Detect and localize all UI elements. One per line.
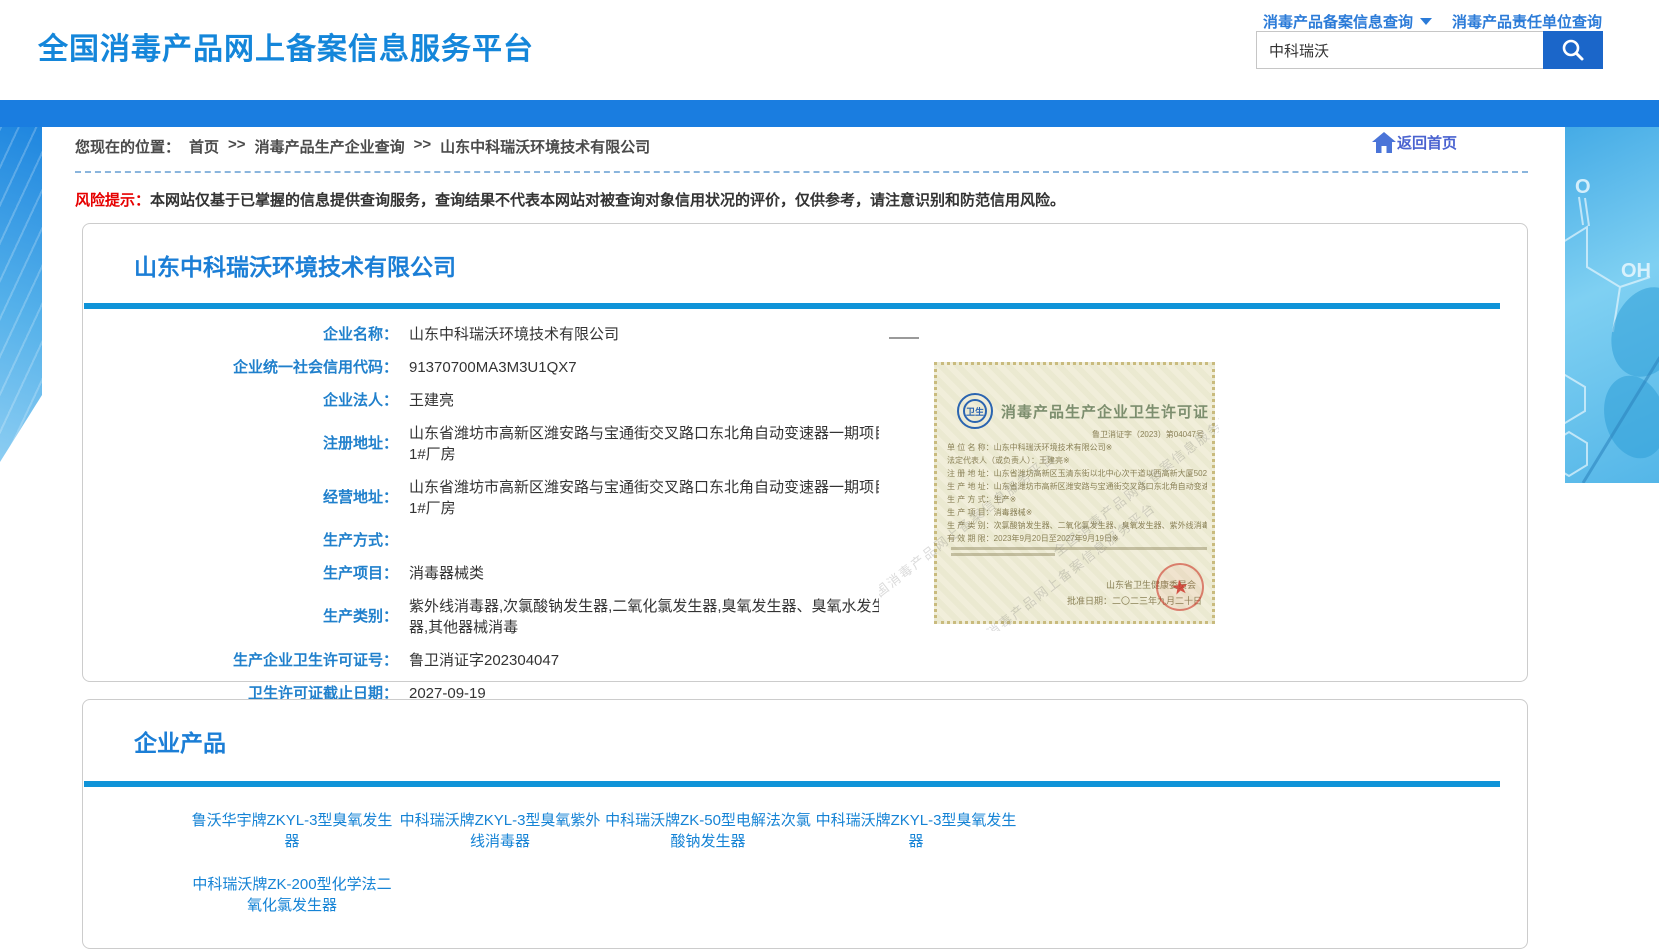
home-icon bbox=[1371, 130, 1397, 154]
seal-star-icon: ★ bbox=[1169, 573, 1190, 600]
field-label: 生产项目： bbox=[83, 564, 398, 584]
cert-line-unit-name: 单 位 名 称：山东中科瑞沃环境技术有限公司※ bbox=[947, 443, 1207, 453]
field-label: 生产企业卫生许可证号： bbox=[83, 651, 398, 671]
product-link[interactable]: 中科瑞沃牌ZK-50型电解法次氯酸钠发生器 bbox=[604, 810, 812, 852]
field-row-legal-person: 企业法人： 王建亮 bbox=[83, 390, 983, 411]
fine-print-bar bbox=[951, 553, 1055, 556]
cert-fine-print bbox=[947, 547, 1207, 556]
field-row-license-number: 生产企业卫生许可证号： 鲁卫消证字202304047 bbox=[83, 650, 983, 671]
field-label: 注册地址： bbox=[83, 434, 398, 454]
page: { "header": { "site_title": "全国消毒产品网上备案信… bbox=[0, 0, 1659, 919]
cert-line-legal-rep: 法定代表人（或负责人）：王建亮※ bbox=[947, 456, 1207, 466]
field-label: 企业统一社会信用代码： bbox=[83, 358, 398, 378]
nav-link-responsible-unit-query[interactable]: 消毒产品责任单位查询 bbox=[1452, 11, 1602, 32]
cert-line-production-address: 生 产 地 址：山东省潍坊市高新区潍安路与宝通街交叉路口东北角自动变速器一期项目… bbox=[947, 482, 1207, 492]
breadcrumb-separator: >> bbox=[228, 136, 246, 157]
products-card-title: 企业产品 bbox=[134, 724, 1527, 758]
svg-text:O: O bbox=[1575, 176, 1591, 198]
health-emblem-icon: 卫生 bbox=[957, 393, 993, 429]
breadcrumb: 您现在的位置： 首页 >> 消毒产品生产企业查询 >> 山东中科瑞沃环境技术有限… bbox=[75, 136, 650, 157]
certificate-paper: 卫生 消毒产品生产企业卫生许可证 鲁卫消证字（2023）第04047号 单 位 … bbox=[934, 362, 1215, 624]
right-background-photo: O OH bbox=[1565, 127, 1659, 483]
dashed-separator bbox=[75, 171, 1528, 173]
certificate-number: 鲁卫消证字（2023）第04047号 bbox=[1092, 429, 1204, 440]
field-value: 紫外线消毒器,次氯酸钠发生器,二氧化氯发生器,臭氧发生器、臭氧水发生器,其他器械… bbox=[409, 596, 889, 638]
certificate-lines: 单 位 名 称：山东中科瑞沃环境技术有限公司※ 法定代表人（或负责人）：王建亮※… bbox=[947, 443, 1207, 556]
nav-link-label: 消毒产品备案信息查询 bbox=[1263, 11, 1413, 32]
field-row-production-project: 生产项目： 消毒器械类 bbox=[83, 563, 983, 584]
company-card: 山东中科瑞沃环境技术有限公司 企业名称： 山东中科瑞沃环境技术有限公司 企业统一… bbox=[82, 223, 1528, 682]
breadcrumb-separator: >> bbox=[414, 136, 432, 157]
field-row-registered-address: 注册地址： 山东省潍坊市高新区潍安路与宝通街交叉路口东北角自动变速器一期项目1#… bbox=[83, 423, 983, 465]
caret-down-icon bbox=[1420, 18, 1432, 25]
cert-line-production-category: 生 产 类 别：次氯酸钠发生器、二氧化氯发生器、臭氧发生器、紫外线消毒器 bbox=[947, 521, 1207, 531]
field-value: 鲁卫消证字202304047 bbox=[409, 650, 889, 671]
risk-notice-text: 本网站仅基于已掌握的信息提供查询服务，查询结果不代表本网站对被查询对象信用状况的… bbox=[150, 192, 1065, 209]
search-input[interactable] bbox=[1256, 31, 1543, 69]
field-value: 王建亮 bbox=[409, 390, 889, 411]
search-icon bbox=[1560, 37, 1586, 63]
field-value: 山东省潍坊市高新区潍安路与宝通街交叉路口东北角自动变速器一期项目1#厂房 bbox=[409, 423, 889, 465]
breadcrumb-current-company[interactable]: 山东中科瑞沃环境技术有限公司 bbox=[440, 136, 650, 157]
field-label: 企业法人： bbox=[83, 391, 398, 411]
breadcrumb-enterprise-query[interactable]: 消毒产品生产企业查询 bbox=[255, 136, 405, 157]
field-value: 91370700MA3M3U1QX7 bbox=[409, 357, 889, 378]
field-row-production-category: 生产类别： 紫外线消毒器,次氯酸钠发生器,二氧化氯发生器,臭氧发生器、臭氧水发生… bbox=[83, 596, 983, 638]
risk-notice-label: 风险提示： bbox=[75, 192, 150, 209]
field-row-production-method: 生产方式： bbox=[83, 531, 983, 551]
cert-line-registered-address: 注 册 地 址：山东省潍坊高新区玉清东街以北中心次干道以西高新大厦502号科苑 bbox=[947, 469, 1207, 479]
field-label: 生产类别： bbox=[83, 607, 398, 627]
field-value: 消毒器械类 bbox=[409, 563, 889, 584]
field-row-company-name: 企业名称： 山东中科瑞沃环境技术有限公司 bbox=[83, 324, 983, 345]
breadcrumb-prefix: 您现在的位置： bbox=[75, 136, 180, 157]
search-bar bbox=[1256, 31, 1603, 69]
left-background-photo bbox=[0, 127, 42, 462]
nav-link-label: 消毒产品责任单位查询 bbox=[1452, 11, 1602, 32]
certificate-title: 消毒产品生产企业卫生许可证 bbox=[1001, 401, 1211, 422]
field-label: 经营地址： bbox=[83, 488, 398, 508]
license-certificate-image: 卫生 消毒产品生产企业卫生许可证 鲁卫消证字（2023）第04047号 单 位 … bbox=[879, 319, 1219, 631]
cert-line-validity: 有 效 期 限：2023年9月20日至2027年9月19日※ bbox=[947, 534, 1207, 544]
nav-link-record-info-query[interactable]: 消毒产品备案信息查询 bbox=[1263, 11, 1432, 32]
cert-line-production-method: 生 产 方 式：生产※ bbox=[947, 495, 1207, 505]
field-value: 山东中科瑞沃环境技术有限公司 bbox=[409, 324, 889, 345]
breadcrumb-home[interactable]: 首页 bbox=[189, 136, 219, 157]
cert-line-production-project: 生 产 项 目：消毒器械※ bbox=[947, 508, 1207, 518]
back-home-label: 返回首页 bbox=[1397, 132, 1457, 153]
fine-print-bar bbox=[951, 547, 1207, 550]
site-title: 全国消毒产品网上备案信息服务平台 bbox=[38, 24, 534, 68]
company-card-title: 山东中科瑞沃环境技术有限公司 bbox=[134, 248, 1527, 282]
product-link[interactable]: 中科瑞沃牌ZKYL-3型臭氧紫外线消毒器 bbox=[396, 810, 604, 852]
field-label: 企业名称： bbox=[83, 325, 398, 345]
card-underline bbox=[84, 781, 1500, 787]
top-nav: 消毒产品备案信息查询 消毒产品责任单位查询 bbox=[1263, 11, 1602, 32]
molecule-art: O OH bbox=[1565, 127, 1659, 483]
field-row-business-address: 经营地址： 山东省潍坊市高新区潍安路与宝通街交叉路口东北角自动变速器一期项目1#… bbox=[83, 477, 983, 519]
field-row-credit-code: 企业统一社会信用代码： 91370700MA3M3U1QX7 bbox=[83, 357, 983, 378]
product-link[interactable]: 中科瑞沃牌ZK-200型化学法二氧化氯发生器 bbox=[188, 874, 396, 916]
svg-text:OH: OH bbox=[1621, 260, 1651, 282]
field-value: 山东省潍坊市高新区潍安路与宝通街交叉路口东北角自动变速器一期项目1#厂房 bbox=[409, 477, 889, 519]
products-card: 企业产品 鲁沃华宇牌ZKYL-3型臭氧发生器 中科瑞沃牌ZKYL-3型臭氧紫外线… bbox=[82, 699, 1528, 949]
card-underline bbox=[84, 303, 1500, 309]
risk-notice: 风险提示：本网站仅基于已掌握的信息提供查询服务，查询结果不代表本网站对被查询对象… bbox=[75, 189, 1495, 210]
field-label: 生产方式： bbox=[83, 531, 398, 551]
search-button[interactable] bbox=[1543, 31, 1603, 69]
scan-artifact-dash bbox=[889, 337, 919, 339]
health-emblem-text: 卫生 bbox=[963, 399, 987, 423]
product-link[interactable]: 鲁沃华宇牌ZKYL-3型臭氧发生器 bbox=[188, 810, 396, 852]
product-link[interactable]: 中科瑞沃牌ZKYL-3型臭氧发生器 bbox=[812, 810, 1020, 852]
header-band bbox=[0, 100, 1659, 127]
back-home-link[interactable]: 返回首页 bbox=[1371, 130, 1457, 154]
company-fields: 企业名称： 山东中科瑞沃环境技术有限公司 企业统一社会信用代码： 9137070… bbox=[83, 324, 983, 716]
